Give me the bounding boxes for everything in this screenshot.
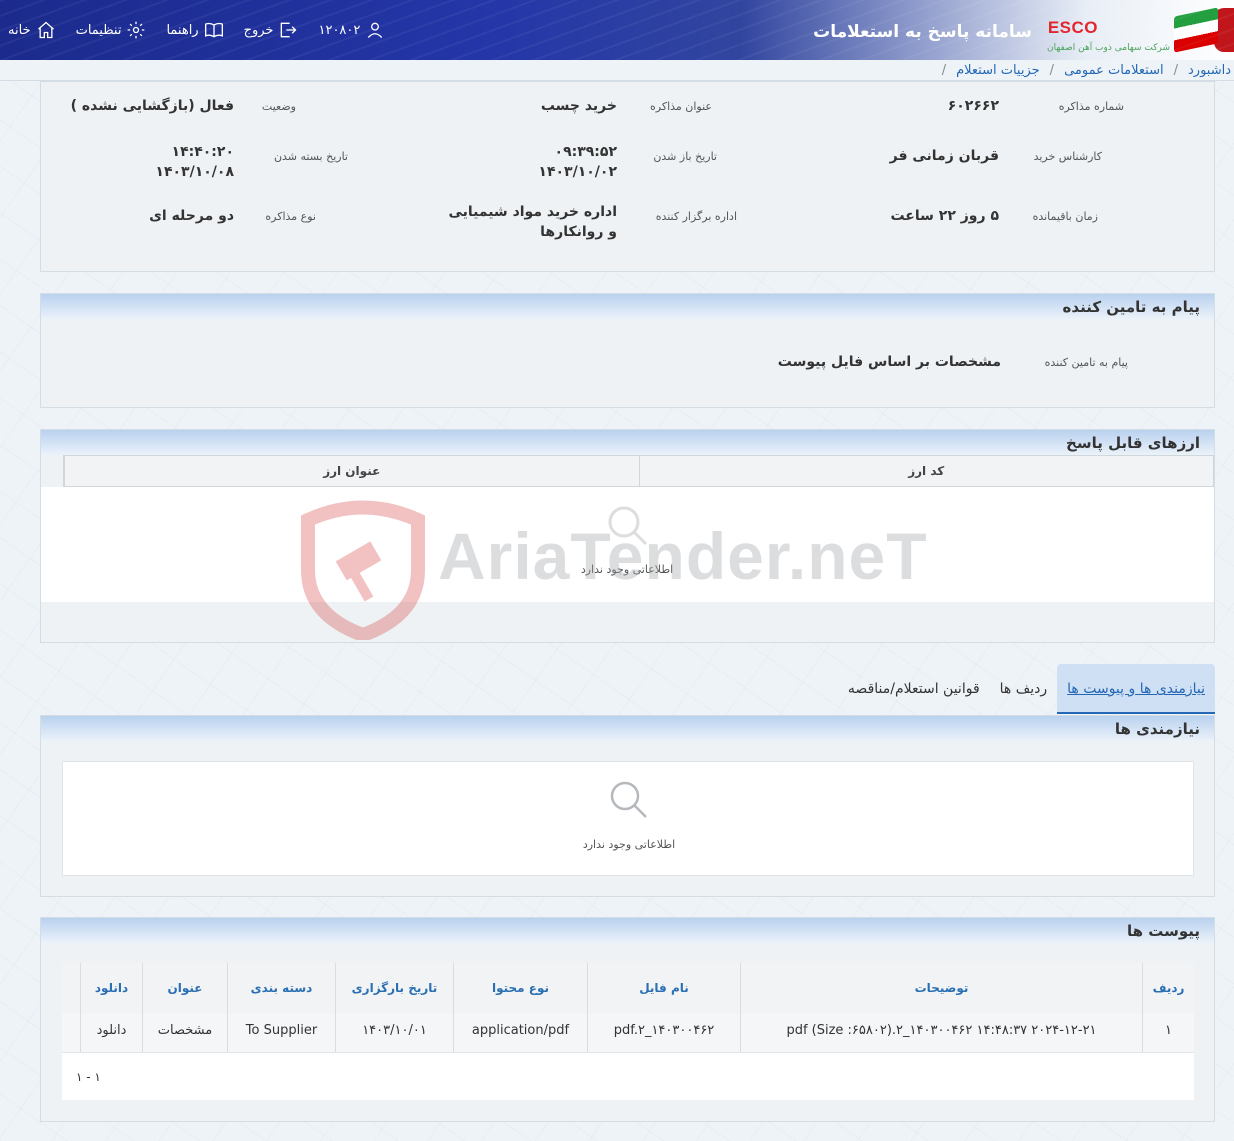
- cell-title: مشخصات: [142, 1013, 227, 1052]
- nav-settings-label: تنظیمات: [75, 22, 122, 38]
- cell-row-number: ۱: [1142, 1013, 1194, 1052]
- column-header[interactable]: تاریخ بارگزاری: [335, 963, 453, 1013]
- supplier-message-header: پیام به تامین کننده: [41, 294, 1214, 320]
- gear-icon: [128, 21, 145, 39]
- remaining-label: زمان باقیمانده: [1032, 210, 1098, 223]
- remaining-time: ۵ روز ۲۲ ساعت: [890, 208, 999, 224]
- nav-logout[interactable]: خروج: [244, 20, 299, 40]
- attachments-table: ردیف توضیحات نام فایل نوع محتوا تاریخ با…: [62, 963, 1194, 1100]
- empty-message: اطلاعاتی وجود ندارد: [580, 563, 674, 576]
- user-icon: [368, 22, 383, 38]
- brand: ESCO شرکت سهامی ذوب آهن اصفهان سامانه پا…: [813, 0, 1234, 60]
- column-header[interactable]: توضیحات: [740, 963, 1142, 1013]
- nav-guide[interactable]: راهنما: [166, 20, 223, 40]
- book-icon: [204, 22, 223, 38]
- attachments-panel: پیوست ها ردیف توضیحات نام فایل نوع محتوا…: [40, 917, 1215, 1122]
- negotiation-type: دو مرحله ای: [149, 208, 234, 224]
- column-header[interactable]: عنوان: [142, 963, 227, 1013]
- currencies-table-header: کد ارز عنوان ارز: [63, 455, 1214, 487]
- breadcrumb-inquiry-details[interactable]: جزییات استعلام: [956, 63, 1040, 78]
- currencies-panel: ارزهای قابل پاسخ کد ارز عنوان ارز اطلاعا…: [40, 429, 1215, 643]
- negotiation-number-label: شماره مذاکره: [1058, 100, 1124, 113]
- nav-logout-label: خروج: [243, 22, 274, 38]
- breadcrumb: داشبورد / استعلامات عمومی / جزییات استعل…: [0, 60, 1234, 81]
- currencies-header: ارزهای قابل پاسخ: [41, 430, 1214, 456]
- supplier-message-panel: پیام به تامین کننده پیام به تامین کننده …: [40, 293, 1215, 408]
- requirements-list: اطلاعاتی وجود ندارد: [62, 761, 1194, 876]
- nav-home[interactable]: خانه: [8, 20, 56, 40]
- attachments-table-header: ردیف توضیحات نام فایل نوع محتوا تاریخ با…: [62, 963, 1194, 1013]
- column-header[interactable]: نوع محتوا: [453, 963, 587, 1013]
- search-icon: [610, 781, 647, 818]
- tab-requirements-attachments[interactable]: نیازمندی ها و پیوست ها: [1057, 664, 1215, 714]
- nav-user[interactable]: ۱۲۰۸۰۲: [318, 20, 385, 40]
- breadcrumb-separator: /: [1173, 62, 1178, 78]
- tab-inquiry-rules[interactable]: قوانین استعلام/مناقصه: [838, 664, 990, 714]
- column-header[interactable]: کد ارز: [638, 456, 1214, 486]
- negotiation-title: خرید چسب: [540, 98, 617, 114]
- organizer-label: اداره برگزار کننده: [655, 210, 737, 223]
- breadcrumb-separator: /: [1049, 62, 1055, 78]
- tab-rows[interactable]: ردیف ها: [990, 664, 1057, 714]
- close-date-label: تاریخ بسته شدن: [273, 150, 348, 163]
- cell-description: pdf (Size :۶۵۸۰۲).۲_۱۴۰۳۰۰۴۶۲ ۱۴:۴۸:۳۷ ۲…: [740, 1013, 1142, 1052]
- breadcrumb-dashboard[interactable]: داشبورد: [1188, 63, 1231, 78]
- requirements-header: نیازمندی ها: [41, 716, 1214, 742]
- column-header[interactable]: عنوان ارز: [64, 456, 639, 486]
- column-header[interactable]: نام فایل: [587, 963, 740, 1013]
- inquiry-info-panel: شماره مذاکره ۶۰۲۶۶۲ کارشناس خرید قربان ز…: [40, 81, 1215, 272]
- nav-guide-label: راهنما: [166, 22, 199, 38]
- nav-settings[interactable]: تنظیمات: [76, 20, 147, 40]
- empty-message: اطلاعاتی وجود ندارد: [582, 838, 676, 851]
- cell-content-type: application/pdf: [453, 1013, 587, 1052]
- brand-logo: ESCO: [1047, 18, 1098, 37]
- column-header[interactable]: ردیف: [1142, 963, 1194, 1013]
- status-label: وضعیت: [261, 100, 296, 113]
- close-date: ۱۴۰۳/۱۰/۰۸: [155, 164, 234, 180]
- open-time: ۰۹:۳۹:۵۲: [554, 144, 617, 160]
- cell-upload-date: ۱۴۰۳/۱۰/۰۱: [335, 1013, 453, 1052]
- iran-flag-icon: [1174, 7, 1218, 53]
- close-time: ۱۴:۴۰:۲۰: [171, 144, 234, 160]
- esco-emblem-icon: [1214, 8, 1234, 52]
- breadcrumb-separator: /: [941, 62, 947, 78]
- nav-home-label: خانه: [8, 22, 31, 38]
- attachments-header: پیوست ها: [41, 918, 1214, 944]
- requirements-panel: نیازمندی ها اطلاعاتی وجود ندارد: [40, 715, 1215, 897]
- breadcrumb-public-inquiries[interactable]: استعلامات عمومی: [1064, 63, 1164, 78]
- column-header[interactable]: دسته بندی: [227, 963, 335, 1013]
- negotiation-number: ۶۰۲۶۶۲: [947, 98, 999, 114]
- supplier-message-value: مشخصات بر اساس فایل پیوست: [777, 354, 1001, 370]
- type-label: نوع مذاکره: [265, 210, 316, 223]
- home-icon: [37, 21, 54, 39]
- open-date: ۱۴۰۳/۱۰/۰۲: [538, 164, 617, 180]
- download-link[interactable]: دانلود: [80, 1013, 142, 1052]
- organizer: اداره خرید مواد شیمیایی و روانکارها: [448, 204, 617, 240]
- table-row: ۱ pdf (Size :۶۵۸۰۲).۲_۱۴۰۳۰۰۴۶۲ ۱۴:۴۸:۳۷…: [62, 1013, 1194, 1052]
- status: فعال (بازگشایی نشده ): [70, 98, 234, 114]
- company-name: شرکت سهامی ذوب آهن اصفهان: [1047, 43, 1170, 53]
- expert: قربان زمانی فر: [889, 148, 999, 164]
- cell-category: To Supplier: [227, 1013, 335, 1052]
- top-bar: ESCO شرکت سهامی ذوب آهن اصفهان سامانه پا…: [0, 0, 1234, 60]
- logout-icon: [281, 22, 297, 38]
- open-date-label: تاریخ باز شدن: [653, 150, 717, 163]
- pagination: ۱ - ۱: [62, 1052, 1194, 1100]
- top-nav: خانه تنظیمات راهنما خروج ۱۲۰۸۰۲: [0, 0, 385, 60]
- system-title: سامانه پاسخ به استعلامات: [813, 22, 1032, 42]
- supplier-message-label: پیام به تامین کننده: [1044, 356, 1128, 369]
- title-label: عنوان مذاکره: [650, 100, 712, 113]
- expert-label: کارشناس خرید: [1033, 150, 1102, 163]
- tab-bar: نیازمندی ها و پیوست ها ردیف ها قوانین اس…: [838, 664, 1215, 714]
- column-header[interactable]: دانلود: [80, 963, 142, 1013]
- cell-file-name: pdf.۲_۱۴۰۳۰۰۴۶۲: [587, 1013, 740, 1052]
- user-id: ۱۲۰۸۰۲: [318, 22, 361, 38]
- currencies-table-body: اطلاعاتی وجود ندارد: [41, 487, 1214, 602]
